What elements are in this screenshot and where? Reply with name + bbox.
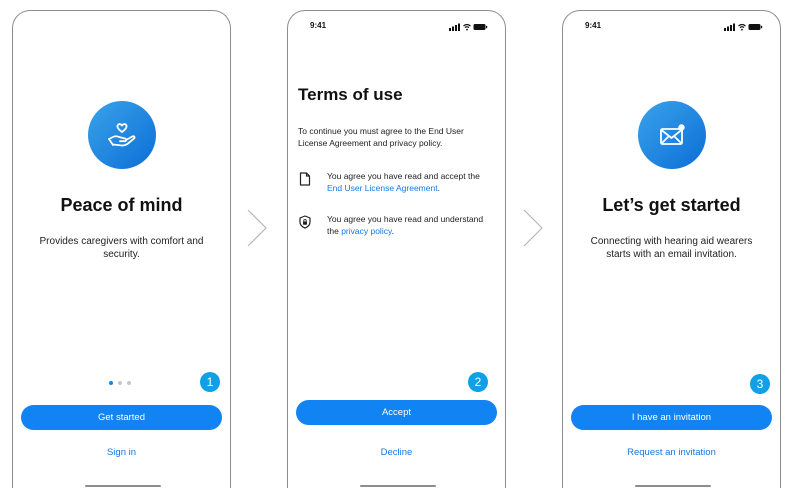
page-dot bbox=[118, 381, 122, 385]
terms-intro-text: To continue you must agree to the End Us… bbox=[298, 126, 464, 148]
page-dot-active bbox=[109, 381, 113, 385]
term-text-suffix: . bbox=[437, 182, 440, 193]
privacy-policy-link[interactable]: privacy policy bbox=[341, 226, 391, 236]
step-badge: 3 bbox=[750, 374, 770, 394]
status-time: 9:41 bbox=[585, 21, 602, 30]
phone-screen-terms-of-use: 9:41 Terms of use To continue you must a… bbox=[287, 10, 506, 488]
step-badge: 1 bbox=[200, 372, 220, 392]
i-have-an-invitation-button[interactable]: I have an invitation bbox=[571, 405, 772, 430]
document-icon bbox=[299, 172, 311, 186]
wifi-icon bbox=[463, 23, 471, 29]
description-text: Provides caregivers with comfort and sec… bbox=[39, 236, 204, 260]
wifi-icon bbox=[738, 23, 746, 29]
page-indicator[interactable] bbox=[109, 381, 131, 385]
status-bar: 9:41 bbox=[563, 20, 780, 34]
decline-link[interactable]: Decline bbox=[288, 447, 505, 458]
shield-lock-icon bbox=[299, 215, 311, 229]
signal-icon bbox=[449, 23, 460, 31]
phone-screen-lets-get-started: 9:41 Let’s get started Connecting with h… bbox=[562, 10, 781, 488]
heart-hand-icon bbox=[88, 101, 156, 169]
page-title: Peace of mind bbox=[60, 195, 183, 215]
chevron-right-icon bbox=[523, 209, 543, 247]
term-text-suffix: . bbox=[391, 225, 394, 236]
get-started-button[interactable]: Get started bbox=[21, 405, 222, 430]
eula-link[interactable]: End User License Agreement bbox=[327, 183, 438, 193]
home-indicator bbox=[635, 485, 711, 487]
description-text: Connecting with hearing aid wearers star… bbox=[590, 236, 753, 260]
step-badge: 2 bbox=[468, 372, 488, 392]
term-text-body: You agree you have read and accept the bbox=[327, 171, 480, 181]
status-bar: 9:41 bbox=[288, 20, 505, 34]
status-time: 9:41 bbox=[310, 21, 327, 30]
phone-screen-peace-of-mind: Peace of mind Provides caregivers with c… bbox=[12, 10, 231, 488]
chevron-right-icon bbox=[247, 209, 267, 247]
status-icons bbox=[449, 23, 488, 31]
term-item-eula: You agree you have read and accept the E… bbox=[298, 171, 497, 195]
signal-icon bbox=[724, 23, 735, 31]
home-indicator bbox=[85, 485, 161, 487]
status-icons bbox=[724, 23, 763, 31]
term-text: You agree you have read and understand t… bbox=[327, 214, 497, 237]
envelope-notification-icon bbox=[638, 101, 706, 169]
battery-icon bbox=[748, 24, 763, 30]
home-indicator bbox=[360, 485, 436, 487]
battery-icon bbox=[473, 24, 488, 30]
page-title: Let’s get started bbox=[602, 195, 741, 215]
page-title: Terms of use bbox=[298, 85, 403, 104]
term-text: You agree you have read and accept the E… bbox=[327, 171, 497, 194]
term-item-privacy: You agree you have read and understand t… bbox=[298, 214, 497, 238]
accept-button[interactable]: Accept bbox=[296, 400, 497, 425]
request-an-invitation-link[interactable]: Request an invitation bbox=[563, 447, 780, 458]
sign-in-link[interactable]: Sign in bbox=[13, 447, 230, 458]
page-dot bbox=[127, 381, 131, 385]
